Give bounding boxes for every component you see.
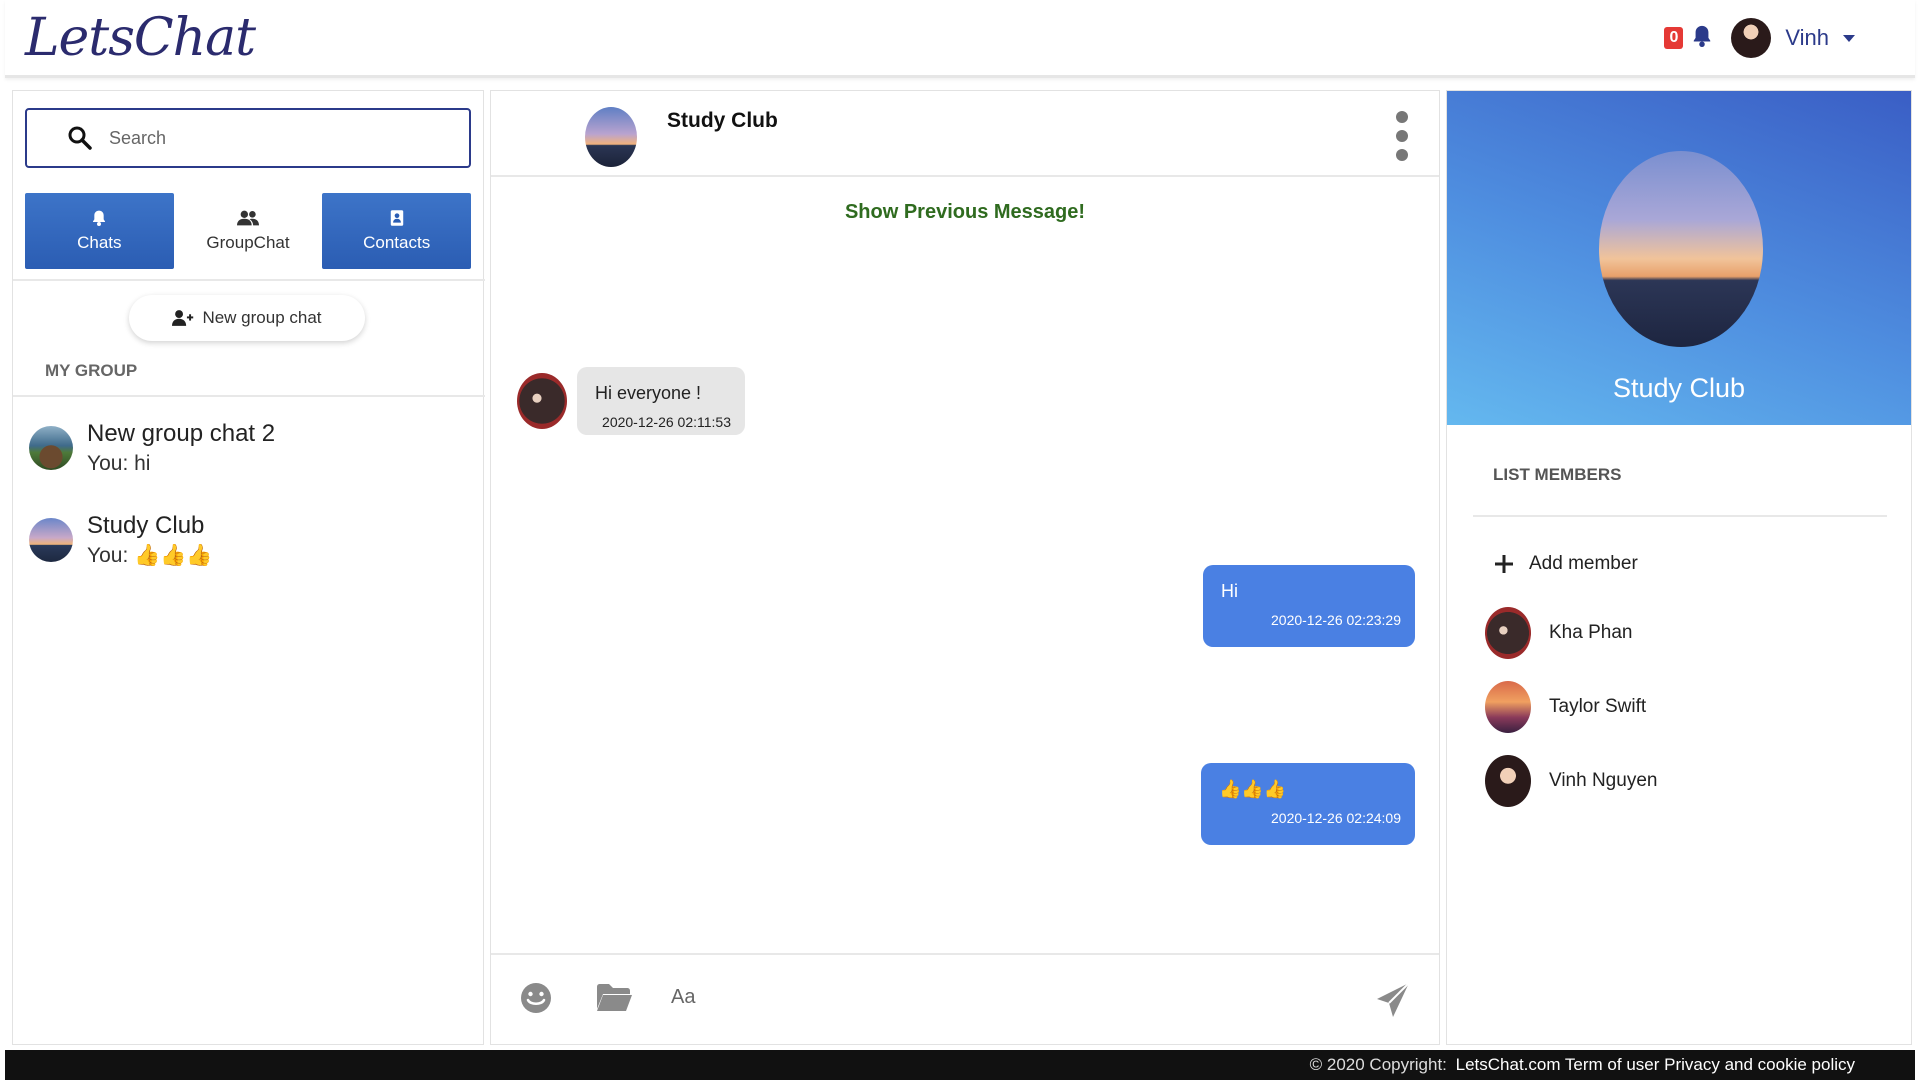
footer-text: © 2020 Copyright: LetsChat.com Term of u… xyxy=(1310,1055,1855,1075)
member-item[interactable]: Taylor Swift xyxy=(1485,681,1646,733)
group-name: Study Club xyxy=(87,512,205,539)
list-members-heading: LIST MEMBERS xyxy=(1493,465,1622,484)
tab-label: Contacts xyxy=(363,233,431,252)
message-text: 👍👍👍 xyxy=(1219,779,1287,799)
footer-links[interactable]: LetsChat.com Term of user Privacy and co… xyxy=(1456,1055,1855,1074)
message-input[interactable] xyxy=(671,977,1311,1017)
chat-title: Study Club xyxy=(667,109,778,132)
my-group-heading: MY GROUP xyxy=(45,361,138,380)
group-last-message: You: hi xyxy=(87,452,151,475)
sidebar: Chats GroupChat Contacts New group chat … xyxy=(12,90,485,1045)
more-options-icon[interactable] xyxy=(1395,111,1409,161)
plus-icon xyxy=(1495,555,1513,573)
sender-avatar xyxy=(517,373,567,429)
group-avatar xyxy=(29,518,73,562)
sidebar-tabs: Chats GroupChat Contacts xyxy=(25,193,472,269)
user-name[interactable]: Vinh xyxy=(1785,25,1829,51)
group-info-panel: Study Club LIST MEMBERS Add member Kha P… xyxy=(1446,90,1912,1045)
group-last-message: You: 👍👍👍 xyxy=(87,544,213,567)
member-name: Kha Phan xyxy=(1549,622,1633,643)
add-member-label: Add member xyxy=(1529,553,1638,574)
new-group-chat-button[interactable]: New group chat xyxy=(129,295,365,341)
member-avatar xyxy=(1485,755,1531,807)
message-time: 2020-12-26 02:24:09 xyxy=(1271,810,1401,826)
add-member-button[interactable]: Add member xyxy=(1495,553,1638,575)
search-icon xyxy=(68,126,92,150)
group-name: New group chat 2 xyxy=(87,420,276,447)
message-bubble-outgoing: 👍👍👍 2020-12-26 02:24:09 xyxy=(1201,763,1415,845)
message-text: Hi everyone ! xyxy=(595,383,702,403)
member-avatar xyxy=(1485,681,1531,733)
message-bubble-outgoing: Hi 2020-12-26 02:23:29 xyxy=(1203,565,1415,647)
user-avatar[interactable] xyxy=(1731,18,1772,58)
member-item[interactable]: Kha Phan xyxy=(1485,607,1632,659)
member-item[interactable]: Vinh Nguyen xyxy=(1485,755,1657,807)
group-info-banner: Study Club xyxy=(1447,91,1911,425)
chat-group-avatar[interactable] xyxy=(585,107,637,167)
group-text: Study Club You: 👍👍👍 xyxy=(87,512,213,568)
emoji-icon[interactable] xyxy=(519,981,553,1015)
send-icon[interactable] xyxy=(1375,981,1411,1019)
search-box[interactable] xyxy=(25,108,471,168)
chevron-down-icon[interactable] xyxy=(1843,34,1855,42)
show-previous-messages-link[interactable]: Show Previous Message! xyxy=(491,201,1439,224)
users-icon xyxy=(237,210,259,226)
app-logo[interactable]: LetsChat xyxy=(25,8,256,68)
notification-count-badge[interactable]: 0 xyxy=(1664,27,1684,49)
tab-contacts[interactable]: Contacts xyxy=(322,193,472,269)
message-composer xyxy=(491,953,1439,1045)
message-bubble-incoming: Hi everyone ! 2020-12-26 02:11:53 xyxy=(577,367,745,435)
group-item-new-group-chat-2[interactable]: New group chat 2 You: hi xyxy=(29,413,469,483)
member-name: Taylor Swift xyxy=(1549,696,1647,717)
tab-groupchat[interactable]: GroupChat xyxy=(173,193,323,269)
message-text: Hi xyxy=(1221,581,1238,601)
folder-icon[interactable] xyxy=(595,981,633,1013)
divider xyxy=(13,395,485,397)
chat-panel: Study Club Show Previous Message! Hi eve… xyxy=(490,90,1440,1045)
group-item-study-club[interactable]: Study Club You: 👍👍👍 xyxy=(29,505,469,575)
bell-icon xyxy=(93,210,106,226)
add-user-icon xyxy=(172,310,194,326)
chat-header: Study Club xyxy=(491,91,1439,177)
group-info-name: Study Club xyxy=(1612,373,1746,403)
new-group-chat-label: New group chat xyxy=(202,308,322,327)
top-header: LetsChat 0 Vinh xyxy=(5,0,1915,78)
divider xyxy=(1473,515,1887,517)
group-text: New group chat 2 You: hi xyxy=(87,420,275,476)
member-name: Vinh Nguyen xyxy=(1549,770,1658,791)
copyright-text: © 2020 Copyright: xyxy=(1309,1055,1447,1074)
notification-bell-icon[interactable] xyxy=(1691,24,1713,53)
message-time: 2020-12-26 02:11:53 xyxy=(602,414,731,430)
member-avatar xyxy=(1485,607,1531,659)
search-input[interactable] xyxy=(109,127,429,149)
footer: © 2020 Copyright: LetsChat.com Term of u… xyxy=(5,1050,1915,1080)
contact-book-icon xyxy=(390,210,403,226)
message-time: 2020-12-26 02:23:29 xyxy=(1271,612,1401,628)
header-user-area: 0 Vinh xyxy=(1664,18,1855,58)
group-avatar xyxy=(29,426,73,470)
group-info-avatar xyxy=(1599,151,1763,347)
divider xyxy=(13,279,485,281)
tab-label: GroupChat xyxy=(206,233,290,252)
tab-label: Chats xyxy=(77,233,122,252)
tab-chats[interactable]: Chats xyxy=(25,193,174,269)
